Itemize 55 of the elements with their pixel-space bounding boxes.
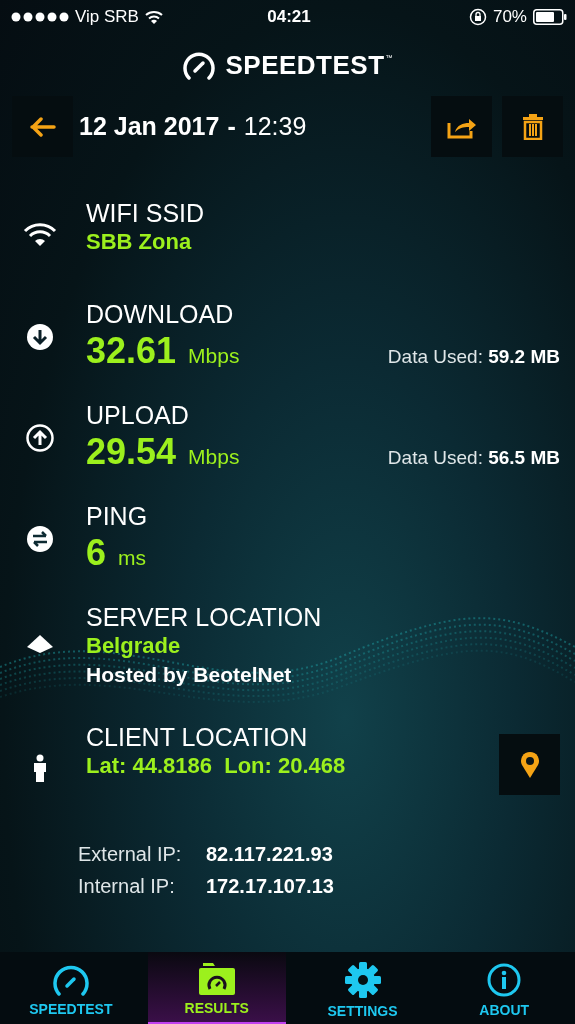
unit-label: Mbps bbox=[188, 344, 240, 368]
test-time: 12:39 bbox=[243, 112, 307, 141]
gauge-icon bbox=[51, 963, 90, 996]
carrier-name: Vip SRB bbox=[75, 7, 139, 27]
result-value: 6 bbox=[86, 531, 107, 575]
pyramid-icon bbox=[26, 634, 54, 654]
battery-icon bbox=[533, 9, 567, 25]
signal-icon bbox=[11, 12, 69, 22]
map-pin-icon bbox=[519, 750, 540, 779]
back-arrow-icon bbox=[29, 116, 56, 137]
folder-gauge-icon bbox=[198, 962, 235, 995]
gear-icon bbox=[344, 961, 381, 998]
rotation-lock-icon bbox=[468, 8, 487, 26]
result-label: WIFI SSID bbox=[86, 198, 206, 228]
upload-icon bbox=[26, 424, 54, 452]
data-used-text: Data Used: 56.5 MB bbox=[387, 447, 560, 469]
ip-address: 172.17.107.13 bbox=[206, 875, 334, 898]
tab[interactable]: SPEEDTEST bbox=[0, 952, 142, 1024]
date-separator: - bbox=[227, 112, 236, 141]
host-name: Hosted by BeotelNet bbox=[86, 662, 293, 688]
app-title: SPEEDTEST bbox=[225, 49, 385, 81]
back-button[interactable] bbox=[12, 96, 73, 157]
unit-label: Mbps bbox=[188, 445, 240, 469]
wifi-icon bbox=[144, 10, 163, 24]
unit-label: ms bbox=[118, 546, 147, 570]
result-value: 32.61 bbox=[86, 329, 177, 373]
map-pin-button[interactable] bbox=[499, 734, 560, 795]
delete-button[interactable] bbox=[502, 96, 563, 157]
result-label: UPLOAD bbox=[86, 400, 190, 430]
battery-percent: 70% bbox=[492, 7, 527, 27]
ip-label: External IP: bbox=[78, 843, 183, 866]
status-time: 04:21 bbox=[267, 7, 311, 27]
result-label: CLIENT LOCATION bbox=[86, 722, 309, 752]
result-label: PING bbox=[86, 501, 149, 531]
download-icon bbox=[26, 323, 54, 351]
result-value: 29.54 bbox=[86, 430, 177, 474]
test-date: 12 Jan 2017 bbox=[79, 112, 220, 141]
gauge-icon bbox=[182, 50, 217, 80]
ping-icon bbox=[26, 525, 54, 553]
result-value: Lat: 44.8186 Lon: 20.468 bbox=[86, 752, 346, 780]
result-label: DOWNLOAD bbox=[86, 299, 235, 329]
trash-icon bbox=[522, 113, 543, 140]
result-value: Belgrade bbox=[86, 632, 181, 660]
tab[interactable]: SETTINGS bbox=[291, 952, 434, 1024]
tab[interactable]: ABOUT bbox=[433, 952, 575, 1024]
share-button[interactable] bbox=[431, 96, 492, 157]
wifi-icon bbox=[23, 222, 57, 246]
person-icon bbox=[33, 754, 47, 782]
tab[interactable]: RESULTS bbox=[147, 952, 286, 1024]
ip-label: Internal IP: bbox=[78, 875, 176, 898]
result-value: SBB Zona bbox=[86, 228, 192, 256]
info-icon bbox=[487, 962, 522, 997]
data-used-text: Data Used: 59.2 MB bbox=[387, 346, 560, 368]
ip-address: 82.117.221.93 bbox=[206, 843, 333, 866]
result-label: SERVER LOCATION bbox=[86, 602, 323, 632]
